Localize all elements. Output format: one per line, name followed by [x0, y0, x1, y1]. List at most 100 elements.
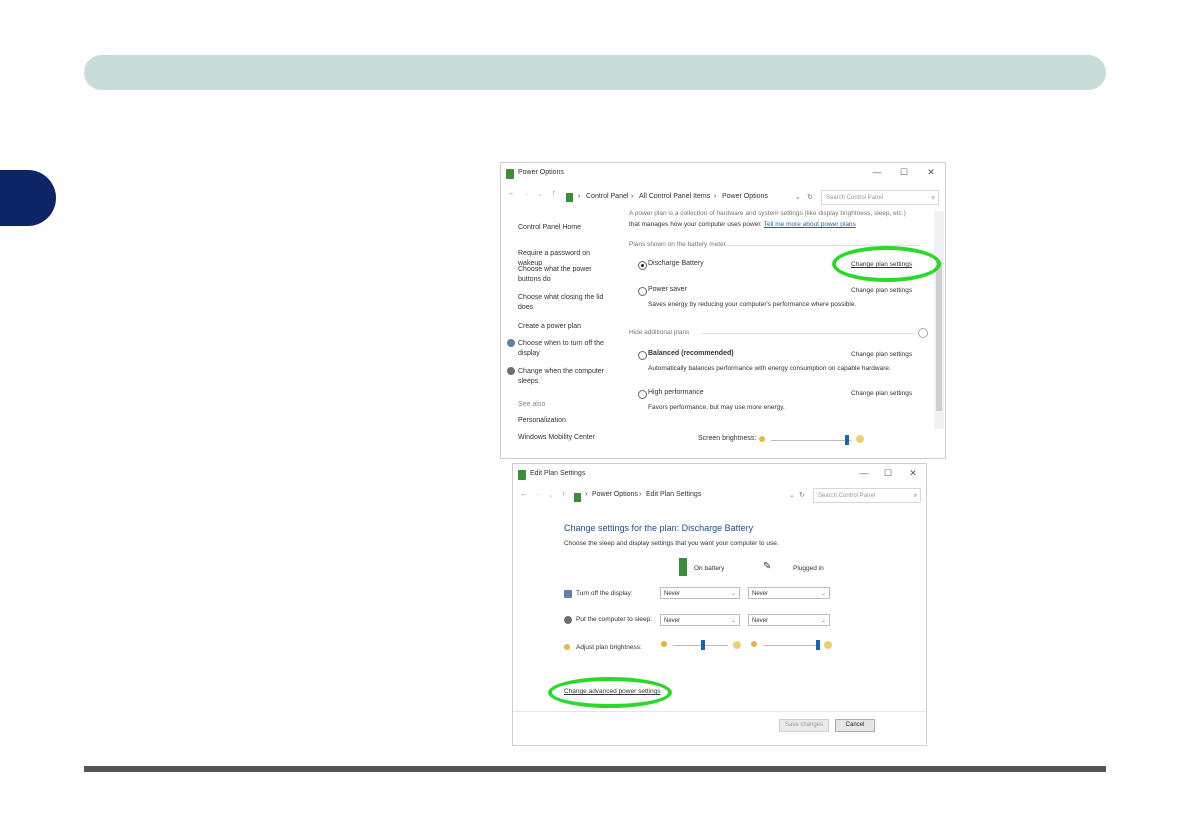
plan-power-saver-settings-link[interactable]: Change plan settings	[851, 287, 912, 294]
up-arrow-icon[interactable]: ↑	[552, 190, 556, 206]
breadcrumb-power-options[interactable]: Power Options	[592, 491, 638, 498]
plan-balanced-settings-link[interactable]: Change plan settings	[851, 351, 912, 358]
see-also-mobility-center[interactable]: Windows Mobility Center	[518, 433, 595, 443]
sidebar-item-power-buttons[interactable]: Choose what the power buttons do	[518, 265, 598, 285]
battery-app-icon	[506, 169, 514, 179]
row-brightness-label: Adjust plan brightness:	[576, 644, 642, 651]
battery-meter-header: Plans shown on the battery meter	[629, 241, 726, 248]
screen-brightness-slider[interactable]	[771, 440, 851, 441]
control-panel-icon	[566, 193, 573, 202]
plan-power-saver-radio[interactable]	[638, 287, 647, 296]
recent-dropdown-icon[interactable]: ⌄	[537, 190, 543, 206]
plan-high-perf-desc: Favors performance, but may use more ene…	[648, 404, 785, 411]
brightness-high-icon	[856, 435, 864, 443]
brightness-low-icon	[751, 641, 757, 647]
chevron-down-icon: ⌄	[730, 618, 736, 624]
plan-balanced-desc: Automatically balances performance with …	[648, 365, 891, 372]
sidebar-item-sleep[interactable]: Change when the computer sleeps	[518, 367, 608, 387]
breadcrumb-control-panel[interactable]: Control Panel	[586, 193, 628, 200]
sidebar-item-display[interactable]: Choose when to turn off the display	[518, 339, 608, 359]
select-value: Never	[664, 591, 681, 597]
search-input[interactable]: Search Control Panel ⌕	[813, 488, 921, 503]
minimize-button[interactable]: —	[857, 468, 871, 478]
row-sleep-label: Put the computer to sleep:	[576, 616, 652, 623]
highlight-advanced-settings	[548, 677, 672, 708]
moon-icon	[564, 616, 572, 624]
plug-icon: ✎	[763, 561, 772, 572]
plan-discharge-name: Discharge Battery	[648, 260, 704, 267]
sleep-plugged-in-select[interactable]: Never ⌄	[748, 614, 830, 626]
plan-power-saver-name: Power saver	[648, 286, 687, 293]
battery-app-icon	[518, 470, 526, 480]
display-icon	[507, 339, 515, 347]
save-changes-button[interactable]: Save changes	[779, 719, 829, 732]
select-value: Never	[664, 618, 681, 624]
plan-discharge-radio[interactable]	[638, 261, 647, 270]
breadcrumb-sep-icon: ›	[585, 491, 588, 498]
back-arrow-icon[interactable]: ←	[508, 190, 515, 206]
select-value: Never	[752, 591, 769, 597]
battery-icon	[679, 558, 687, 576]
breadcrumb-edit-plan[interactable]: Edit Plan Settings	[646, 491, 701, 498]
sidebar-item-create-plan[interactable]: Create a power plan	[518, 322, 581, 332]
refresh-icon[interactable]: ↻	[807, 193, 813, 201]
breadcrumb-power-options[interactable]: Power Options	[722, 193, 768, 200]
address-dropdown-icon[interactable]: ⌄	[789, 491, 795, 499]
screen-brightness-thumb[interactable]	[845, 435, 849, 445]
chevron-down-icon: ⌄	[820, 618, 826, 624]
breadcrumb-sep-icon: ›	[578, 193, 581, 200]
col-plugged-in: Plugged in	[793, 565, 824, 572]
maximize-button[interactable]: ☐	[897, 167, 911, 178]
window-title: Edit Plan Settings	[530, 470, 586, 477]
search-icon: ⌕	[931, 195, 935, 201]
refresh-icon[interactable]: ↻	[799, 491, 805, 499]
power-options-window: Power Options — ☐ ✕ ← → ⌄ ↑ › Control Pa…	[500, 162, 946, 459]
close-button[interactable]: ✕	[906, 468, 920, 479]
plan-high-perf-radio[interactable]	[638, 390, 647, 399]
plan-balanced-radio[interactable]	[638, 351, 647, 360]
scrollbar[interactable]	[934, 211, 944, 429]
brightness-battery-thumb[interactable]	[701, 640, 706, 650]
collapse-chevron-icon[interactable]	[918, 328, 928, 338]
brightness-low-icon	[759, 436, 765, 442]
window-title: Power Options	[518, 169, 564, 176]
brightness-icon	[564, 644, 570, 650]
brightness-high-icon	[824, 641, 832, 649]
plan-high-perf-settings-link[interactable]: Change plan settings	[851, 390, 912, 397]
breadcrumb-sep-icon: ›	[714, 193, 717, 200]
screen-brightness-label: Screen brightness:	[698, 435, 757, 442]
select-value: Never	[752, 618, 769, 624]
brightness-plugged-slider[interactable]	[763, 645, 821, 646]
search-icon: ⌕	[913, 493, 917, 499]
maximize-button[interactable]: ☐	[881, 468, 895, 479]
minimize-button[interactable]: —	[870, 167, 884, 177]
see-also-personalization[interactable]: Personalization	[518, 416, 566, 426]
display-plugged-in-select[interactable]: Never ⌄	[748, 587, 830, 599]
plan-power-saver-desc: Saves energy by reducing your computer's…	[648, 301, 857, 308]
forward-arrow-icon[interactable]: →	[534, 491, 541, 507]
breadcrumb-all-items[interactable]: All Control Panel Items	[639, 193, 710, 200]
search-placeholder: Search Control Panel	[826, 195, 884, 201]
forward-arrow-icon[interactable]: →	[523, 190, 530, 206]
moon-icon	[507, 367, 515, 375]
plan-balanced-name: Balanced (recommended)	[648, 350, 734, 357]
display-on-battery-select[interactable]: Never ⌄	[660, 587, 740, 599]
search-input[interactable]: Search Control Panel ⌕	[821, 190, 939, 205]
col-on-battery: On battery	[694, 565, 725, 572]
up-arrow-icon[interactable]: ↑	[562, 491, 566, 507]
scrollbar-thumb[interactable]	[936, 261, 942, 411]
learn-more-link[interactable]: Tell me more about power plans	[764, 221, 856, 228]
sidebar-home-link[interactable]: Control Panel Home	[518, 223, 581, 233]
page-subheading: Choose the sleep and display settings th…	[564, 540, 779, 547]
recent-dropdown-icon[interactable]: ⌄	[548, 491, 554, 507]
chevron-down-icon: ⌄	[820, 591, 826, 597]
cancel-button[interactable]: Cancel	[835, 719, 875, 732]
sleep-on-battery-select[interactable]: Never ⌄	[660, 614, 740, 626]
address-dropdown-icon[interactable]: ⌄	[795, 193, 801, 201]
sidebar-item-lid[interactable]: Choose what closing the lid does	[518, 293, 608, 313]
close-button[interactable]: ✕	[924, 167, 938, 178]
back-arrow-icon[interactable]: ←	[520, 491, 527, 507]
row-display-label: Turn off the display:	[576, 590, 633, 597]
brightness-plugged-thumb[interactable]	[816, 640, 821, 650]
plan-high-perf-name: High performance	[648, 389, 704, 396]
